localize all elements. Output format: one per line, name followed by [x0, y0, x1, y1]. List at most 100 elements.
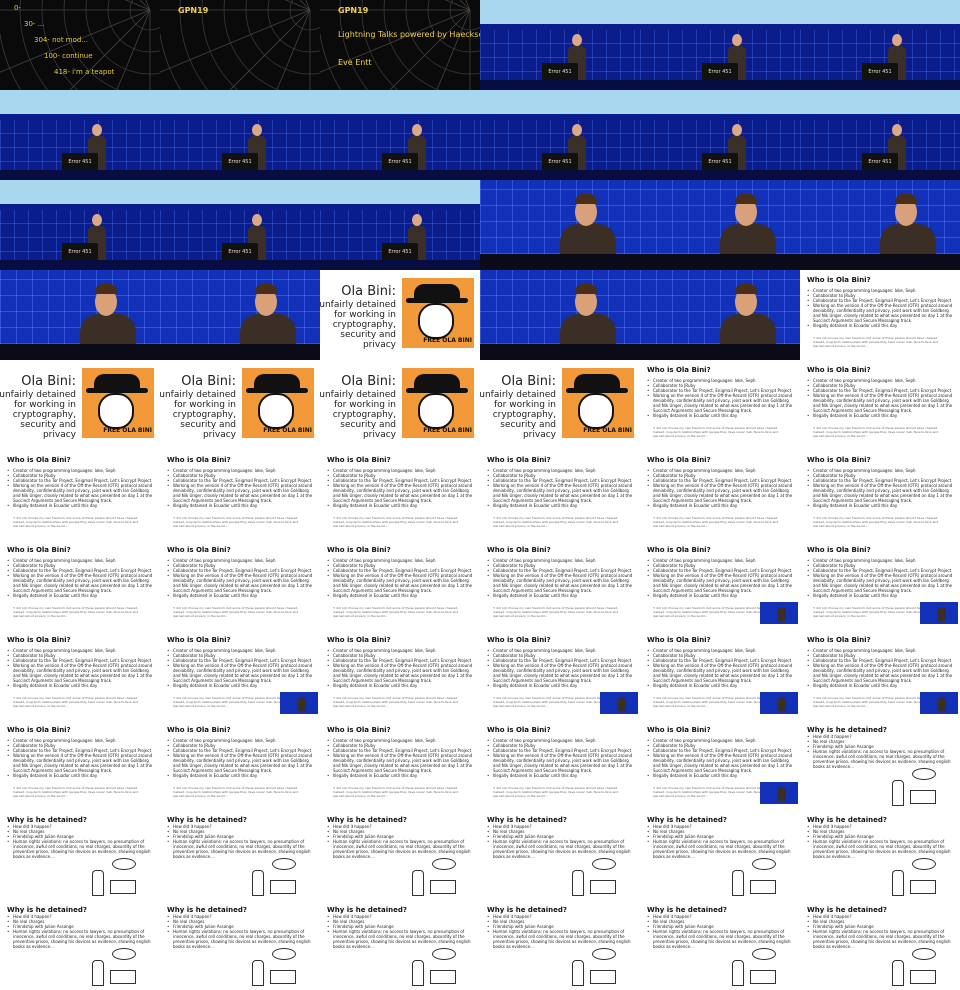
video-frame-tile[interactable]: Who is Ola Bini? Creator of two programmi… — [320, 540, 480, 630]
slide-title: Who is Ola Bini? — [167, 636, 231, 644]
video-frame-tile[interactable]: Why is he detained?How did it happen?No … — [480, 810, 640, 900]
stage-floor — [480, 170, 640, 180]
video-frame-tile[interactable] — [0, 270, 160, 360]
standing-figure — [732, 960, 744, 986]
video-frame-tile[interactable]: Why is he detained?How did it happen?No … — [800, 720, 960, 810]
video-frame-tile[interactable]: Who is Ola Bini? Creator of two programmi… — [320, 630, 480, 720]
video-frame-tile[interactable]: Error 451 — [320, 180, 480, 270]
video-frame-tile[interactable]: Who is Ola Bini? Creator of two programmi… — [160, 630, 320, 720]
video-frame-tile[interactable]: Ola Bini: unfairly detained for working i… — [320, 360, 480, 450]
bullet-item: Working on the version 4 of the Off-the-… — [327, 573, 473, 593]
video-frame-tile[interactable]: Who is Ola Bini? Creator of two programmi… — [0, 630, 160, 720]
video-frame-tile[interactable] — [640, 180, 800, 270]
quote-text: "I did not choose my own freedom, but so… — [813, 516, 939, 528]
video-frame-tile[interactable] — [480, 270, 640, 360]
video-frame-tile[interactable]: Who is Ola Bini? Creator of two programmi… — [640, 360, 800, 450]
video-frame-tile[interactable]: Who is Ola Bini? Creator of two programmi… — [640, 540, 800, 630]
video-frame-tile[interactable] — [160, 270, 320, 360]
video-frame-tile[interactable]: Error 451 — [800, 90, 960, 180]
podium-label: Error 451 — [708, 159, 732, 165]
video-frame-tile[interactable]: Who is Ola Bini? Creator of two programmi… — [0, 720, 160, 810]
bullet-item: Working on the version 4 of the Off-the-… — [167, 483, 313, 503]
video-frame-tile[interactable]: Ola Bini: unfairly detained for working i… — [480, 360, 640, 450]
stage-floor — [160, 170, 320, 180]
video-frame-tile[interactable]: Who is Ola Bini? Creator of two programmi… — [800, 630, 960, 720]
bullet-item: Illegally detained in Ecuador until this… — [487, 503, 633, 508]
video-frame-tile[interactable]: GPN19 — [160, 0, 320, 90]
slide-subtitle: unfairly detained for working in cryptog… — [480, 390, 556, 440]
podium-label: Error 451 — [228, 249, 252, 255]
picture-in-picture-speaker — [920, 602, 958, 624]
video-frame-tile[interactable]: Error 451 — [160, 90, 320, 180]
standing-figure — [892, 870, 904, 896]
video-frame-tile[interactable]: Why is he detained?How did it happen?No … — [320, 810, 480, 900]
slide-title: Who is Ola Bini? — [807, 456, 871, 464]
video-frame-tile[interactable]: Who is Ola Bini? Creator of two programmi… — [640, 720, 800, 810]
video-frame-tile[interactable]: Why is he detained?How did it happen?No … — [480, 900, 640, 990]
video-frame-tile[interactable]: Who is Ola Bini? Creator of two programmi… — [160, 540, 320, 630]
face-illustration — [98, 393, 134, 429]
speaker-hair — [735, 194, 757, 204]
slide-title: Who is Ola Bini? — [167, 456, 231, 464]
picture-in-picture-speaker — [280, 692, 318, 714]
stage-floor — [320, 260, 480, 270]
video-frame-tile[interactable]: Error 451 — [0, 180, 160, 270]
video-frame-tile[interactable]: Who is Ola Bini? Creator of two programmi… — [800, 540, 960, 630]
video-frame-tile[interactable]: Who is Ola Bini? Creator of two programmi… — [800, 360, 960, 450]
bullet-item: Working on the version 4 of the Off-the-… — [327, 663, 473, 683]
video-frame-tile[interactable]: Who is Ola Bini? Creator of two programmi… — [320, 450, 480, 540]
video-frame-tile[interactable]: Error 451 — [640, 90, 800, 180]
video-frame-tile[interactable]: 0- 30- ... 304- not mod... 100- continue 418… — [0, 0, 160, 90]
slide-title: Who is Ola Bini? — [807, 636, 871, 644]
video-frame-tile[interactable]: Why is he detained?How did it happen?No … — [800, 810, 960, 900]
video-frame-tile[interactable]: Error 451 — [160, 180, 320, 270]
video-frame-tile[interactable]: Ola Bini: unfairly detained for working i… — [160, 360, 320, 450]
video-frame-tile[interactable]: Why is he detained?How did it happen?No … — [800, 900, 960, 990]
video-frame-tile[interactable]: Who is Ola Bini? Creator of two programmi… — [640, 450, 800, 540]
video-frame-tile[interactable]: Why is he detained?How did it happen?No … — [0, 900, 160, 990]
video-frame-tile[interactable]: Who is Ola Bini? Creator of two programmi… — [160, 450, 320, 540]
video-frame-tile[interactable]: Who is Ola Bini? Creator of two programmi… — [0, 540, 160, 630]
video-frame-tile[interactable]: Who is Ola Bini? Creator of two programmi… — [480, 450, 640, 540]
video-frame-tile[interactable]: Error 451 — [320, 90, 480, 180]
video-frame-tile[interactable]: Who is Ola Bini? Creator of two programmi… — [160, 720, 320, 810]
video-frame-tile[interactable]: Error 451 — [480, 0, 640, 90]
video-frame-tile[interactable]: Why is he detained?How did it happen?No … — [160, 810, 320, 900]
video-frame-tile[interactable]: Why is he detained?How did it happen?No … — [640, 810, 800, 900]
video-frame-tile[interactable]: Error 451 — [0, 90, 160, 180]
video-frame-tile[interactable]: Who is Ola Bini? Creator of two programmi… — [0, 450, 160, 540]
video-frame-tile[interactable] — [800, 180, 960, 270]
slide-title: Who is Ola Bini? — [647, 366, 711, 374]
video-frame-tile[interactable]: Who is Ola Bini? Creator of two programmi… — [800, 450, 960, 540]
video-frame-tile[interactable]: Ola Bini: unfairly detained for working i… — [0, 360, 160, 450]
event-label: GPN19 — [178, 6, 209, 15]
video-frame-tile[interactable]: Why is he detained?How did it happen?No … — [0, 810, 160, 900]
video-frame-tile[interactable]: Ola Bini: unfairly detained for working i… — [320, 270, 480, 360]
video-frame-tile[interactable]: Error 451 — [480, 90, 640, 180]
video-frame-tile[interactable]: Who is Ola Bini? Creator of two programmi… — [320, 720, 480, 810]
video-frame-tile[interactable]: Who is Ola Bini? Creator of two programmi… — [480, 540, 640, 630]
video-frame-tile[interactable]: Why is he detained?How did it happen?No … — [320, 900, 480, 990]
podium-label: Error 451 — [868, 159, 892, 165]
video-thumbnail-grid: 0- 30- ... 304- not mod... 100- continue 418… — [0, 0, 960, 990]
video-frame-tile[interactable]: Error 451 — [640, 0, 800, 90]
video-frame-tile[interactable]: Why is he detained?How did it happen?No … — [160, 900, 320, 990]
video-frame-tile[interactable] — [640, 270, 800, 360]
bullet-item: Working on the version 4 of the Off-the-… — [487, 483, 633, 503]
projection-screen — [0, 90, 160, 114]
bullet-list: Creator of two programming languages: Io… — [327, 558, 473, 598]
slide-title: Who is Ola Bini? — [647, 546, 711, 554]
video-frame-tile[interactable]: Who is Ola Bini? Creator of two programmi… — [480, 630, 640, 720]
video-frame-tile[interactable]: Who is Ola Bini? Creator of two programmi… — [800, 270, 960, 360]
video-frame-tile[interactable]: Who is Ola Bini? Creator of two programmi… — [480, 720, 640, 810]
bullet-list: Creator of two programming languages: Io… — [7, 648, 153, 688]
video-frame-tile[interactable] — [480, 180, 640, 270]
slide-title: Who is Ola Bini? — [487, 636, 551, 644]
video-frame-tile[interactable]: Error 451 — [800, 0, 960, 90]
video-frame-tile[interactable]: Who is Ola Bini? Creator of two programmi… — [640, 630, 800, 720]
bullet-list: Creator of two programming languages: Io… — [807, 468, 953, 508]
video-frame-tile[interactable]: GPN19 Lightning Talks powered by Haecksen… — [320, 0, 480, 90]
video-frame-tile[interactable]: Why is he detained?How did it happen?No … — [640, 900, 800, 990]
seated-figure — [110, 970, 136, 984]
status-code-line: 0- — [14, 4, 21, 12]
